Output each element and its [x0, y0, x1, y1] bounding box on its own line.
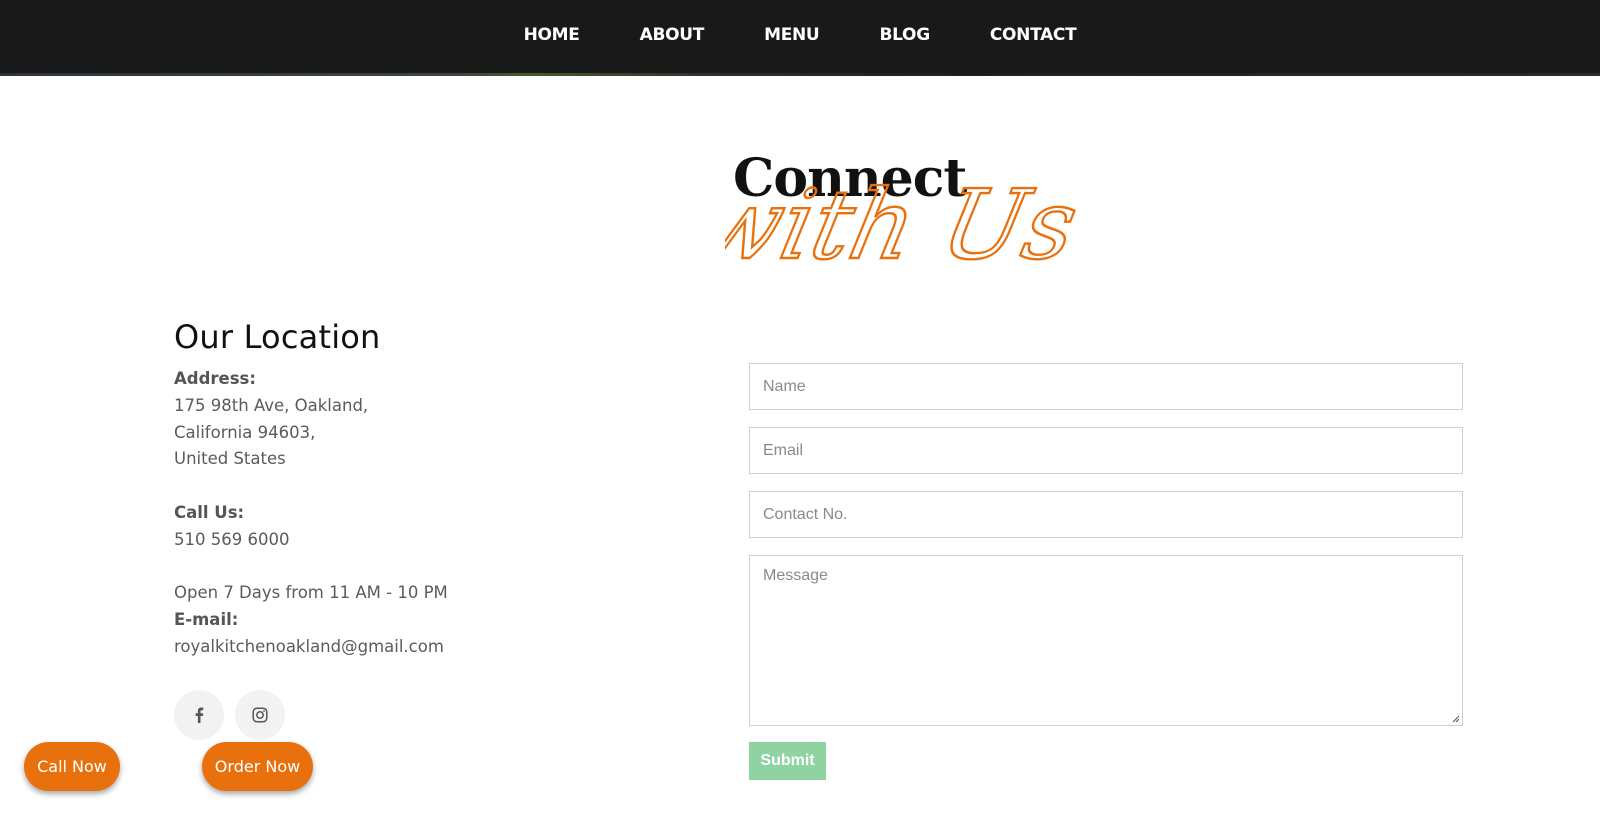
hero-image-edge: [0, 73, 1600, 76]
heading-with-us: with Us: [725, 169, 1087, 280]
email-input[interactable]: [749, 427, 1463, 474]
call-label: Call Us:: [174, 502, 245, 522]
phone-number[interactable]: 510 569 6000: [174, 527, 574, 554]
name-input[interactable]: [749, 363, 1463, 410]
submit-button[interactable]: Submit: [749, 742, 826, 780]
resize-handle-icon[interactable]: [1452, 715, 1460, 723]
facebook-button[interactable]: [174, 690, 224, 740]
nav-blog[interactable]: BLOG: [879, 25, 930, 45]
instagram-icon: [252, 707, 268, 723]
instagram-button[interactable]: [235, 690, 285, 740]
contact-form: Submit: [749, 363, 1463, 780]
social-links: [174, 690, 285, 740]
nav-contact[interactable]: CONTACT: [990, 25, 1077, 45]
location-title: Our Location: [174, 318, 381, 356]
facebook-icon: [195, 707, 204, 723]
message-wrapper: [749, 555, 1463, 726]
opening-hours: Open 7 Days from 11 AM - 10 PM: [174, 583, 448, 603]
nav-about[interactable]: ABOUT: [640, 25, 705, 45]
nav-menu[interactable]: MENU: [764, 25, 820, 45]
location-block: Our Location Address: 175 98th Ave, Oakl…: [174, 318, 574, 661]
address-label: Address:: [174, 369, 256, 388]
address-line: 175 98th Ave, Oakland,: [174, 395, 369, 415]
message-textarea[interactable]: [749, 555, 1463, 726]
section-heading: Connect with Us: [725, 130, 1125, 280]
nav-home[interactable]: HOME: [524, 25, 580, 45]
email-label: E-mail:: [174, 610, 239, 630]
order-now-button[interactable]: Order Now: [202, 742, 313, 791]
call-now-button[interactable]: Call Now: [24, 742, 120, 791]
main-nav: HOME ABOUT MENU BLOG CONTACT: [0, 0, 1600, 70]
email-address[interactable]: royalkitchenoakland@gmail.com: [174, 634, 574, 661]
address-line: United States: [174, 449, 286, 469]
heading-script: with Us: [725, 168, 1088, 280]
address-line: California 94603,: [174, 422, 316, 442]
top-navbar: HOME ABOUT MENU BLOG CONTACT: [0, 0, 1600, 76]
contact-number-input[interactable]: [749, 491, 1463, 538]
